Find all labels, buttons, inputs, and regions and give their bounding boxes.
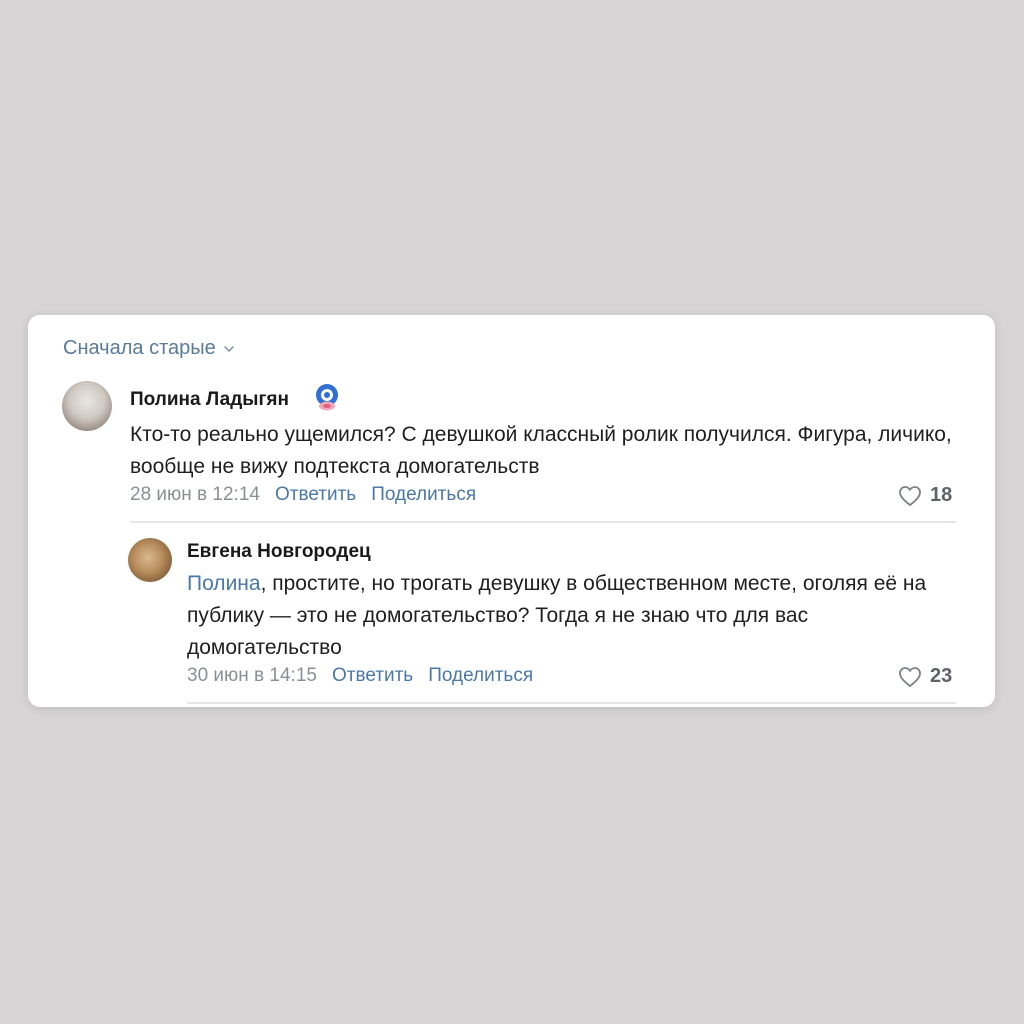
divider xyxy=(187,702,956,704)
avatar[interactable] xyxy=(128,538,172,582)
comment-author[interactable]: Евгена Новгородец xyxy=(187,541,371,563)
comment-author[interactable]: Полина Ладыгян xyxy=(130,389,289,411)
divider xyxy=(130,521,956,523)
like-count: 23 xyxy=(930,665,953,687)
like-button[interactable]: 23 xyxy=(898,665,952,688)
comment-meta: 28 июн в 12:14 Ответить Поделиться xyxy=(130,484,491,506)
comment-date[interactable]: 28 июн в 12:14 xyxy=(130,484,260,506)
sticker-badge-icon xyxy=(316,384,338,411)
avatar[interactable] xyxy=(62,381,112,431)
heart-icon xyxy=(899,485,921,506)
reply-button[interactable]: Ответить xyxy=(275,484,356,506)
comment-text: Полина, простите, но трогать девушку в о… xyxy=(187,568,967,664)
heart-icon xyxy=(899,666,921,687)
sort-dropdown[interactable]: Сначала старые xyxy=(63,337,236,360)
sort-label: Сначала старые xyxy=(63,337,216,359)
comment-date[interactable]: 30 июн в 14:15 xyxy=(187,665,317,687)
chevron-down-icon xyxy=(223,345,234,352)
like-button[interactable]: 18 xyxy=(898,484,952,507)
mention-link[interactable]: Полина xyxy=(187,572,261,595)
comment-meta: 30 июн в 14:15 Ответить Поделиться xyxy=(187,665,548,687)
share-button[interactable]: Поделиться xyxy=(371,484,476,506)
share-button[interactable]: Поделиться xyxy=(428,665,533,687)
reply-button[interactable]: Ответить xyxy=(332,665,413,687)
comment-body: , простите, но трогать девушку в обществ… xyxy=(187,572,927,659)
comment-text: Кто-то реально ущемился? С девушкой клас… xyxy=(130,423,952,478)
comments-card: Сначала старые Полина Ладыгян Кто-то реа… xyxy=(28,315,995,707)
like-count: 18 xyxy=(930,484,953,506)
